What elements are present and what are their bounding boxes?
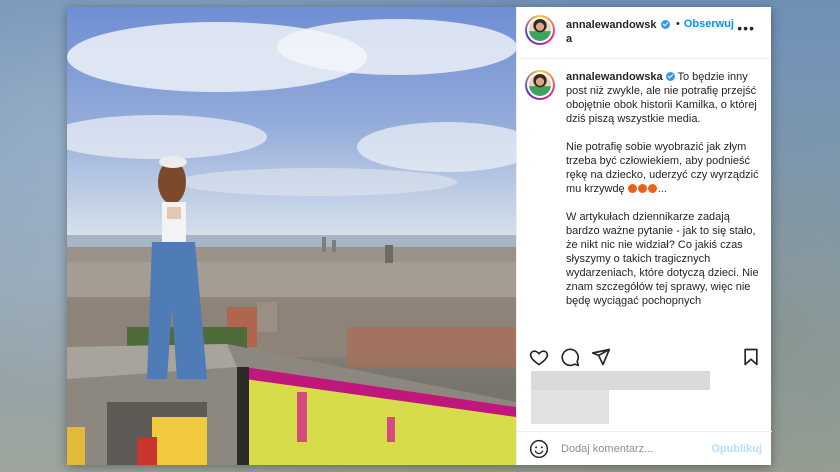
post-header: annalewandowska • Obserwuj ••• [517,7,771,59]
angry-emoji-icon [647,184,657,193]
publish-button[interactable]: Opublikuj [711,443,762,455]
caption-paragraph-2-suffix: ... [657,183,667,195]
caption-username[interactable]: annalewandowska [566,71,663,83]
action-bar [529,347,761,367]
caption-paragraph-1: annalewandowska To będzie inny post niż … [566,70,760,126]
smile-icon[interactable] [529,439,549,459]
post-photo[interactable] [67,7,516,465]
avatar[interactable] [525,15,555,45]
angry-emoji-icon [637,184,647,193]
instagram-post: annalewandowska • Obserwuj ••• annalewan… [67,7,772,465]
header-username-text[interactable]: annalewandowska [566,19,656,45]
angry-emoji-icon [627,184,637,193]
avatar-image [529,19,551,41]
caption-avatar-image [529,74,551,96]
post-date-blurred [531,390,609,424]
header-username[interactable]: annalewandowska [566,15,658,46]
caption-paragraph-3-text: W artykułach dziennikarze zadają bardzo … [566,211,759,307]
likes-count-blurred [531,371,710,390]
comment-icon[interactable] [560,347,580,367]
follow-button[interactable]: Obserwuj [684,15,734,30]
caption-text: annalewandowska To będzie inny post niż … [566,70,760,337]
caption-paragraph-2: Nie potrafię sobie wyobrazić jak złym tr… [566,140,760,196]
share-icon[interactable] [591,347,611,367]
post-sidebar: annalewandowska • Obserwuj ••• annalewan… [516,7,772,465]
caption-area: annalewandowska To będzie inny post niż … [517,60,772,337]
verified-badge-icon [661,20,670,29]
caption-paragraph-3: W artykułach dziennikarze zadają bardzo … [566,210,760,308]
comment-box: Opublikuj [517,431,772,465]
caption-avatar[interactable] [525,70,555,100]
more-options-icon[interactable]: ••• [737,15,763,36]
separator-dot: • [676,18,680,30]
comment-input[interactable] [561,442,701,455]
bookmark-icon[interactable] [741,347,761,367]
photo-scene [67,19,516,465]
heart-icon[interactable] [529,347,549,367]
caption-verified-badge-icon [665,72,675,81]
